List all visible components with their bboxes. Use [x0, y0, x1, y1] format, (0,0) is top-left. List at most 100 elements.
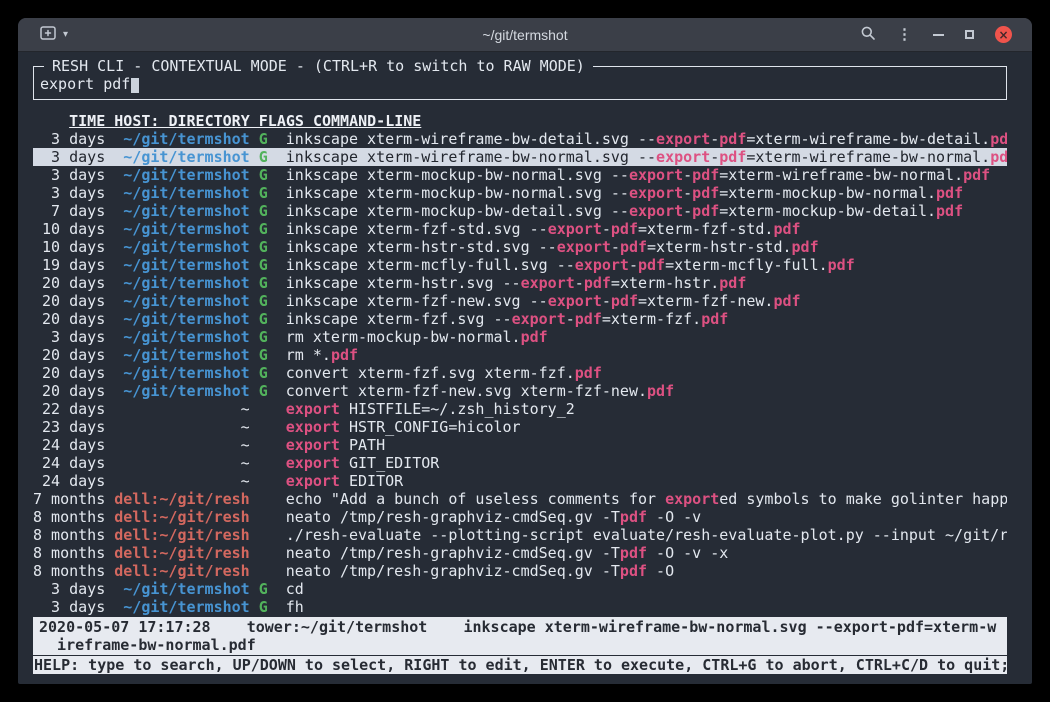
command-match-highlight: pd — [990, 130, 1007, 148]
row-command: inkscape xterm-fzf.svg --export-pdf=xter… — [286, 310, 1007, 328]
restore-button[interactable] — [965, 30, 974, 39]
titlebar[interactable]: ▾ ~/git/termshot ⋮ — [18, 18, 1032, 52]
command-match-highlight: export — [629, 166, 683, 184]
command-text: - — [683, 166, 692, 184]
history-row-selected[interactable]: 3 days~/git/termshotGinkscape xterm-wire… — [33, 148, 1007, 166]
row-location: ~ — [114, 472, 249, 490]
history-row[interactable]: 8 months dell:~/git/resh neato /tmp/resh-g… — [33, 508, 1007, 526]
command-match-highlight: export — [548, 220, 602, 238]
command-match-highlight: pdf — [584, 274, 611, 292]
mode-title: RESH CLI - CONTEXTUAL MODE - (CTRL+R to … — [44, 57, 593, 75]
row-time: 22 days — [33, 400, 105, 418]
history-row[interactable]: 19 days~/git/termshotGinkscape xterm-mcf… — [33, 256, 1007, 274]
new-tab-icon — [40, 26, 56, 43]
history-row[interactable]: 20 days~/git/termshotGinkscape xterm-hst… — [33, 274, 1007, 292]
row-location: ~/git/termshot — [114, 328, 249, 346]
history-row[interactable]: 7 days~/git/termshotGinkscape xterm-mock… — [33, 202, 1007, 220]
row-flags: G — [259, 382, 268, 400]
row-location: ~/git/termshot — [114, 580, 249, 598]
row-command: echo "Add a bunch of useless comments fo… — [286, 490, 1007, 508]
detail-line-2: ireframe-bw-normal.pdf — [39, 636, 1001, 654]
terminal-content: RESH CLI - CONTEXTUAL MODE - (CTRL+R to … — [18, 52, 1032, 684]
history-row[interactable]: 24 days~export EDITOR — [33, 472, 1007, 490]
history-row[interactable]: 8 monthsdell:~/git/reshneato /tmp/resh-g… — [33, 544, 1007, 562]
row-time: 24 days — [33, 472, 105, 490]
command-match-highlight: export — [521, 274, 575, 292]
close-button[interactable]: × — [995, 26, 1012, 43]
command-match-highlight: export — [557, 238, 611, 256]
row-location: ~ — [114, 400, 249, 418]
command-text: - — [566, 310, 575, 328]
row-location: ~/git/termshot — [114, 220, 249, 238]
command-match-highlight: export — [575, 256, 629, 274]
row-flags: G — [259, 184, 268, 202]
row-location: ~ — [114, 418, 249, 436]
minimize-icon — [933, 34, 944, 36]
history-row[interactable]: 20 days~/git/termshotGrm *.pdf — [33, 346, 1007, 364]
history-row[interactable]: 3 days~/git/termshotGfh — [33, 598, 1007, 616]
command-match-highlight: export — [286, 436, 340, 454]
command-match-highlight: export — [629, 184, 683, 202]
command-match-highlight: export — [512, 310, 566, 328]
command-text: HSTR_CONFIG=hicolor — [340, 418, 521, 436]
row-location: dell:~/git/resh — [114, 508, 249, 526]
history-row[interactable]: 10 days~/git/termshotGinkscape xterm-fzf… — [33, 220, 1007, 238]
history-row[interactable]: 20 days~/git/termshotGinkscape xterm-fzf… — [33, 310, 1007, 328]
history-row[interactable]: 24 days~export PATH — [33, 436, 1007, 454]
menu-button[interactable]: ⋮ — [897, 27, 912, 42]
history-row[interactable]: 23 days~export HSTR_CONFIG=hicolor — [33, 418, 1007, 436]
command-text: inkscape xterm-mockup-bw-detail.svg -- — [286, 202, 629, 220]
command-text: =xterm-mockup-bw-detail. — [719, 202, 936, 220]
row-time: 3 days — [33, 328, 105, 346]
history-row[interactable]: 8 monthsdell:~/git/resh./resh-evaluate -… — [33, 526, 1007, 544]
row-time: 3 days — [33, 184, 105, 202]
history-row[interactable]: 22 days ~ export HISTFILE=~/.zsh_history_2 — [33, 400, 1007, 418]
history-row[interactable]: 3 days ~/git/termshot Ginkscape xterm-mock… — [33, 184, 1007, 202]
command-text: GIT_EDITOR — [340, 454, 439, 472]
row-command: neato /tmp/resh-graphviz-cmdSeq.gv -Tpdf… — [286, 508, 1007, 526]
new-tab-button[interactable] — [40, 26, 56, 43]
command-text: inkscape xterm-mockup-bw-normal.svg -- — [286, 184, 629, 202]
command-text: convert xterm-fzf.svg xterm-fzf. — [286, 364, 575, 382]
row-time: 3 days — [33, 130, 105, 148]
row-flags: G — [259, 220, 268, 238]
command-match-highlight: export — [548, 292, 602, 310]
history-row[interactable]: 7 monthsdell:~/git/reshecho "Add a bunch… — [33, 490, 1007, 508]
command-text: -O -v -x — [647, 544, 728, 562]
resh-search-box[interactable]: RESH CLI - CONTEXTUAL MODE - (CTRL+R to … — [33, 66, 1007, 100]
command-match-highlight: pdf — [692, 184, 719, 202]
history-row[interactable]: 24 days~export GIT_EDITOR — [33, 454, 1007, 472]
history-row[interactable]: 3 days~/git/termshotGinkscape xterm-mock… — [33, 166, 1007, 184]
history-row[interactable]: 3 days~/git/termshotGrm xterm-mockup-bw-… — [33, 328, 1007, 346]
row-command: export HISTFILE=~/.zsh_history_2 — [286, 400, 1007, 418]
command-text: cd — [286, 580, 304, 598]
row-location: ~/git/termshot — [114, 184, 249, 202]
detail-line-1: 2020-05-07 17:17:28 tower:~/git/termshot… — [39, 618, 1001, 636]
row-time: 7 months — [33, 490, 105, 508]
history-row[interactable]: 3 days~/git/termshotGcd — [33, 580, 1007, 598]
tab-dropdown-button[interactable]: ▾ — [63, 30, 68, 40]
history-row[interactable]: 20 days~/git/termshotGconvert xterm-fzf.… — [33, 364, 1007, 382]
row-flags — [259, 472, 268, 490]
row-command: rm *.pdf — [286, 346, 1007, 364]
search-button[interactable] — [860, 25, 876, 44]
command-match-highlight: pdf — [638, 256, 665, 274]
history-row[interactable]: 10 days~/git/termshotGinkscape xterm-hst… — [33, 238, 1007, 256]
history-row[interactable]: 20 days~/git/termshotGinkscape xterm-fzf… — [33, 292, 1007, 310]
command-text: inkscape xterm-mcfly-full.svg -- — [286, 256, 575, 274]
command-match-highlight: export — [629, 202, 683, 220]
command-text: ed symbols to make golinter happ — [719, 490, 1007, 508]
row-command: inkscape xterm-fzf-new.svg --export-pdf=… — [286, 292, 1007, 310]
minimize-button[interactable] — [933, 34, 944, 36]
row-command: inkscape xterm-wireframe-bw-normal.svg -… — [286, 148, 1007, 166]
row-time: 10 days — [33, 238, 105, 256]
row-time: 24 days — [33, 436, 105, 454]
command-match-highlight: pdf — [575, 310, 602, 328]
history-row[interactable]: 20 days~/git/termshotGconvert xterm-fzf-… — [33, 382, 1007, 400]
row-command: export HSTR_CONFIG=hicolor — [286, 418, 1007, 436]
history-row[interactable]: 8 monthsdell:~/git/reshneato /tmp/resh-g… — [33, 562, 1007, 580]
history-row[interactable]: 3 days~/git/termshotGinkscape xterm-wire… — [33, 130, 1007, 148]
command-text: rm *. — [286, 346, 331, 364]
row-flags — [259, 400, 268, 418]
row-time: 8 months — [33, 508, 105, 526]
